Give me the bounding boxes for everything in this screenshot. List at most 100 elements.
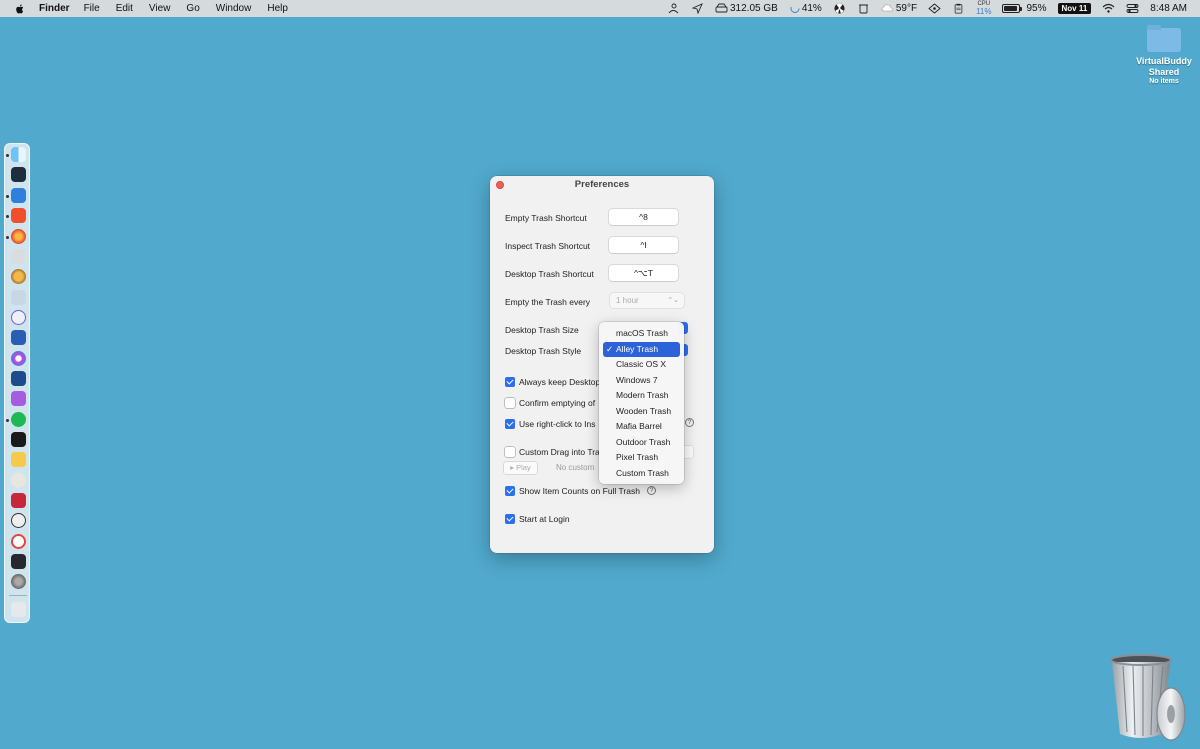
menu-option-macos-trash[interactable]: macOS Trash [603, 326, 680, 342]
menu-option-mafia-barrel[interactable]: Mafia Barrel [603, 419, 680, 435]
cyberduck-app-icon[interactable] [11, 269, 26, 284]
option-label: Mafia Barrel [616, 421, 662, 431]
inspect-trash-shortcut-field[interactable]: ^I [609, 237, 678, 253]
podcasts-app-icon[interactable] [11, 391, 26, 406]
music-app-icon[interactable] [11, 351, 26, 366]
desktop-trash-style-label: Desktop Trash Style [505, 346, 582, 356]
menu-file[interactable]: File [84, 3, 100, 14]
dock-running-dot [6, 215, 9, 218]
menu-option-windows-7[interactable]: Windows 7 [603, 373, 680, 389]
apple-menu-icon[interactable] [13, 3, 27, 15]
menu-option-wooden-trash[interactable]: Wooden Trash [603, 404, 680, 420]
folder-name-line2: Shared [1148, 67, 1180, 77]
location-arrow-icon[interactable] [691, 3, 704, 14]
disk-status[interactable]: 312.05 GB [715, 3, 778, 14]
menu-bar: Finder File Edit View Go Window Help 312… [0, 0, 1200, 17]
option-label: macOS Trash [616, 328, 668, 338]
trash-menubar-icon[interactable] [857, 3, 870, 14]
menu-option-modern-trash[interactable]: Modern Trash [603, 388, 680, 404]
start-at-login-checkbox[interactable] [505, 514, 515, 524]
custom-drag-label: Custom Drag into Tra [519, 447, 600, 457]
script-icon[interactable] [928, 3, 941, 14]
start-at-login-label: Start at Login [519, 514, 570, 524]
option-label: Modern Trash [616, 390, 669, 400]
brave-browser-icon[interactable] [11, 208, 26, 223]
screen-tool-app-icon[interactable] [11, 493, 26, 508]
menu-option-classic-os-x[interactable]: Classic OS X [603, 357, 680, 373]
chatgpt-app-icon[interactable] [11, 513, 26, 528]
inspect-trash-shortcut-label: Inspect Trash Shortcut [505, 241, 591, 251]
terminal-app-icon[interactable] [11, 432, 26, 447]
menu-option-pixel-trash[interactable]: Pixel Trash [603, 450, 680, 466]
finder-app-icon[interactable] [11, 147, 26, 162]
control-center-icon[interactable] [1126, 3, 1139, 14]
empty-trash-shortcut-field[interactable]: ^8 [609, 209, 678, 225]
always-keep-checkbox[interactable] [505, 377, 515, 387]
desktop-trash[interactable] [1105, 652, 1189, 744]
cpu-meter[interactable]: CPU 11% [976, 1, 991, 16]
xcode-instruments-app-icon[interactable] [11, 167, 26, 182]
desktop-trash-shortcut-field[interactable]: ^⌥T [609, 265, 678, 281]
dock-running-dot [6, 195, 9, 198]
photos-tool-app-icon[interactable] [11, 290, 26, 305]
activity-monitor-app-icon[interactable] [11, 554, 26, 569]
menu-view[interactable]: View [149, 3, 171, 14]
weather-text: 59°F [895, 3, 918, 14]
desktop-folder-virtualbuddy[interactable]: VirtualBuddy Shared No items [1130, 25, 1198, 85]
battery-icon [1002, 4, 1023, 13]
empty-trash-shortcut-label: Empty Trash Shortcut [505, 213, 587, 223]
option-label: Wooden Trash [616, 405, 672, 416]
dock [4, 143, 30, 623]
bbedit-app-icon[interactable] [11, 310, 26, 325]
moon-icon [790, 4, 800, 13]
empty-interval-select: 1 hour ⌃⌄ [610, 293, 684, 308]
empty-interval-value: 1 hour [616, 296, 639, 305]
trash-can-icon [1110, 654, 1186, 741]
no-custom-sound-text: No custom [556, 463, 595, 472]
menu-help[interactable]: Help [267, 3, 288, 14]
word-app-icon[interactable] [11, 330, 26, 345]
help-icon[interactable]: ? [685, 418, 694, 427]
radiation-icon[interactable] [833, 3, 846, 14]
confirm-emptying-checkbox[interactable] [505, 398, 515, 408]
weather-status[interactable]: 59°F [881, 3, 917, 14]
circle-app-icon[interactable] [11, 534, 26, 549]
menu-edit[interactable]: Edit [116, 3, 133, 14]
window-title: Preferences [574, 179, 630, 190]
dock-trash-icon[interactable] [11, 602, 26, 617]
desktop-trash-size-label: Desktop Trash Size [505, 325, 579, 335]
xcode-app-icon[interactable] [11, 188, 26, 203]
custom-drag-checkbox[interactable] [505, 447, 515, 457]
preview-app-icon[interactable] [11, 249, 26, 264]
menu-go[interactable]: Go [186, 3, 199, 14]
wifi-icon[interactable] [1102, 3, 1115, 14]
confirm-emptying-label: Confirm emptying of [519, 398, 596, 408]
infuse-app-icon[interactable] [11, 371, 26, 386]
menu-option-alley-trash[interactable]: ✓ Alley Trash [603, 341, 680, 357]
cloud-icon [881, 4, 894, 12]
spotify-app-icon[interactable] [11, 412, 26, 427]
show-item-counts-checkbox[interactable] [505, 486, 515, 496]
date-status[interactable]: Nov 11 [1057, 3, 1092, 14]
firefox-app-icon[interactable] [11, 229, 26, 244]
battery-status[interactable]: 95% [1002, 3, 1047, 14]
moon-status[interactable]: 41% [789, 3, 822, 14]
folder-name-line1: VirtualBuddy [1136, 56, 1192, 66]
app-name-menu[interactable]: Finder [39, 3, 70, 14]
menu-window[interactable]: Window [216, 3, 252, 14]
option-label: Windows 7 [616, 374, 658, 385]
option-label: Alley Trash [616, 343, 659, 354]
status-figure-icon[interactable] [667, 3, 680, 14]
chevron-updown-icon: ⌃⌄ [667, 297, 679, 304]
clipboard-icon[interactable] [952, 3, 965, 14]
clock-text[interactable]: 8:48 AM [1150, 3, 1187, 14]
right-click-inspect-label: Use right-click to Ins [519, 419, 596, 429]
menu-option-outdoor-trash[interactable]: Outdoor Trash [603, 435, 680, 451]
menu-option-custom-trash[interactable]: Custom Trash [603, 466, 680, 482]
system-settings-app-icon[interactable] [11, 574, 26, 589]
notes-app-icon[interactable] [11, 452, 26, 467]
trash-style-menu: macOS Trash ✓ Alley Trash Classic OS X Wi… [599, 322, 684, 484]
alfred-app-icon[interactable] [11, 473, 26, 488]
right-click-inspect-checkbox[interactable] [505, 419, 515, 429]
help-icon[interactable]: ? [647, 486, 656, 495]
